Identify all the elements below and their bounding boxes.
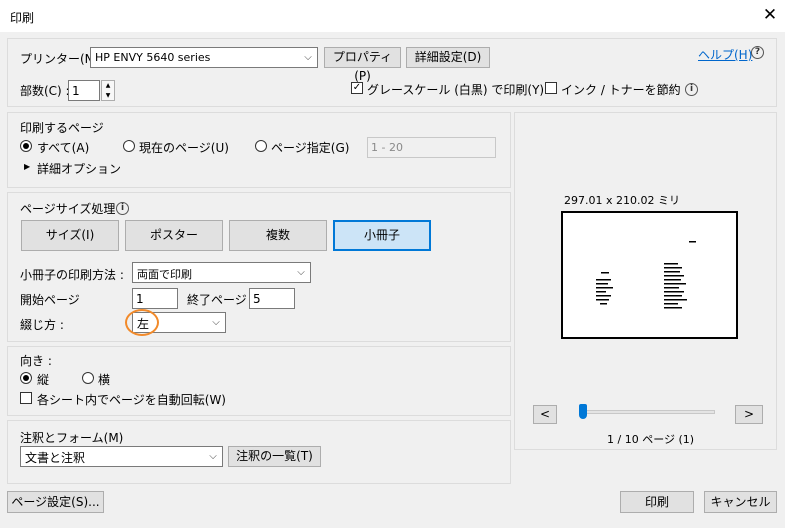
expand-arrow-icon[interactable]: ▶ [24,162,30,171]
preview-page [561,211,738,339]
chevron-down-icon: ⌵ [212,317,220,328]
comments-heading: 注釈とフォーム(M) [20,431,124,445]
save-ink-checkbox[interactable] [545,82,557,94]
printer-select[interactable]: HP ENVY 5640 series ⌵ [90,47,318,68]
preview-content [596,241,696,309]
booklet-method-select[interactable]: 両面で印刷 ⌵ [132,262,311,283]
booklet-method-label: 小冊子の印刷方法 : [20,268,124,282]
tab-multiple[interactable]: 複数 [229,220,327,251]
radio-landscape-label: 横 [98,373,111,387]
info-icon[interactable]: i [116,202,129,215]
binding-label: 綴じ方 : [20,318,64,332]
page-indicator: 1 / 10 ページ (1) [607,433,695,446]
cancel-button[interactable]: キャンセル [704,491,777,513]
more-options-label[interactable]: 詳細オプション [37,160,121,177]
chevron-down-icon: ⌵ [304,52,312,63]
save-ink-label: インク / トナーを節約 [561,83,681,97]
properties-button[interactable]: プロパティ(P) [324,47,401,83]
copies-value: 1 [72,84,80,98]
end-page-label: 終了ページ [187,293,247,307]
page-range-input[interactable]: 1 - 20 [367,137,496,158]
comments-summary-label: 注釈の一覧(T) [236,449,313,463]
comments-select[interactable]: 文書と注釈 ⌵ [20,446,223,467]
radio-portrait[interactable] [20,372,32,384]
tab-booklet[interactable]: 小冊子 [333,220,431,251]
comments-summary-button[interactable]: 注釈の一覧(T) [228,446,321,467]
help-link[interactable]: ヘルプ(H) [698,46,752,63]
next-page-button[interactable]: > [735,405,763,424]
help-icon[interactable]: ? [751,46,764,59]
chevron-down-icon: ⌵ [297,267,305,278]
highlight-circle [125,309,159,336]
copies-spinner[interactable]: ▲ ▼ [101,80,115,101]
radio-range-label: ページ指定(G) [271,141,350,155]
end-page-input[interactable]: 5 [249,288,295,309]
spin-up-icon[interactable]: ▲ [102,81,114,90]
radio-current-label: 現在のページ(U) [139,141,229,155]
radio-current[interactable] [123,140,135,152]
chevron-down-icon: ⌵ [209,451,217,462]
radio-all-label: すべて(A) [37,141,90,155]
preview-size: 297.01 x 210.02 ミリ [564,194,680,207]
autorotate-label: 各シート内でページを自動回転(W) [37,393,226,407]
pages-heading: 印刷するページ [20,121,104,135]
autorotate-checkbox[interactable] [20,392,32,404]
info-icon[interactable]: i [685,83,698,96]
start-page-value: 1 [136,292,144,306]
grayscale-checkbox[interactable]: ✓ [351,82,363,94]
advanced-button-label: 詳細設定(D) [414,50,482,64]
prev-page-button[interactable]: < [533,405,557,424]
window-title: 印刷 [10,11,35,25]
page-setup-button[interactable]: ページ設定(S)... [7,491,104,513]
spin-down-icon[interactable]: ▼ [102,91,114,100]
radio-landscape[interactable] [82,372,94,384]
copies-label: 部数(C) : [20,84,70,98]
page-slider-thumb[interactable] [579,404,587,419]
page-range-value: 1 - 20 [371,141,403,154]
tab-size[interactable]: サイズ(I) [21,220,119,251]
booklet-method-value: 両面で印刷 [137,268,192,281]
start-page-label: 開始ページ [20,293,80,307]
orientation-heading: 向き : [20,354,52,368]
advanced-button[interactable]: 詳細設定(D) [406,47,490,68]
radio-all[interactable] [20,140,32,152]
copies-input[interactable]: 1 [68,80,100,101]
end-page-value: 5 [253,292,261,306]
comments-value: 文書と注釈 [25,451,86,465]
radio-range[interactable] [255,140,267,152]
title-bar [0,0,785,32]
print-button[interactable]: 印刷 [620,491,694,513]
radio-portrait-label: 縦 [37,373,50,387]
page-slider-track[interactable] [582,410,715,414]
start-page-input[interactable]: 1 [132,288,178,309]
page-sizing-heading: ページサイズ処理 [20,202,116,216]
close-icon[interactable]: ✕ [760,4,780,26]
grayscale-label: グレースケール (白黒) で印刷(Y) [367,83,545,97]
tab-poster[interactable]: ポスター [125,220,223,251]
printer-select-value: HP ENVY 5640 series [95,51,211,64]
